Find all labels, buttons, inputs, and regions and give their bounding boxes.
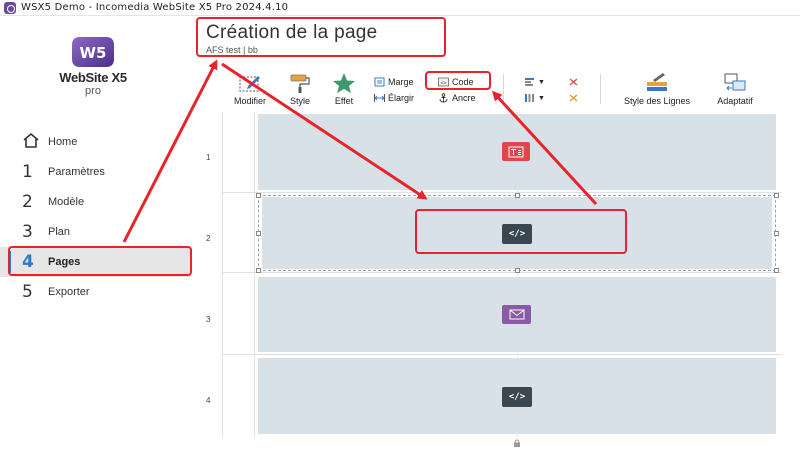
sidebar-item-number: 3 [22,222,33,242]
logo-badge-icon: W5 [72,37,114,67]
annotation-box-header [196,17,446,57]
text-object-icon [502,142,530,161]
delete-row-button[interactable] [568,75,579,89]
style-label: Style [289,96,310,106]
sidebar-item-modele[interactable]: 2 Modèle [0,187,190,217]
toolbar-separator [600,74,601,104]
resize-handle[interactable] [515,193,520,198]
row-number: 1 [206,153,211,162]
align-bottom-button[interactable]: ▼ [524,91,545,105]
annotation-box-code-object [415,209,627,254]
effet-button[interactable]: Effet [326,72,362,110]
adaptatif-label: Adaptatif [717,96,753,106]
email-object-icon [502,305,531,324]
home-icon [0,132,48,153]
sidebar-nav: Home 1 Paramètres 2 Modèle 3 Plan 4 Page… [0,127,192,307]
delete-row-icon [569,78,578,86]
title-bar: WSX5 Demo - Incomedia WebSite X5 Pro 202… [0,0,800,16]
margin-icon [374,77,385,87]
code-object-cell[interactable]: </> [258,358,776,434]
marge-label: Marge [388,77,414,87]
sidebar: W5 WebSite X5 pro Home 1 Paramètres 2 Mo… [0,17,192,450]
style-des-lignes-label: Style des Lignes [623,96,691,106]
row-style-icon [647,73,667,91]
sidebar-item-label: Modèle [48,196,85,208]
app-window: WSX5 Demo - Incomedia WebSite X5 Pro 202… [0,0,800,450]
text-object-cell[interactable] [258,114,776,190]
sidebar-item-label: Home [48,136,78,148]
sidebar-item-home[interactable]: Home [0,127,190,157]
resize-handle[interactable] [256,231,261,236]
ancre-button[interactable]: Ancre [438,91,476,105]
resize-handle[interactable] [256,193,261,198]
sidebar-item-number: 2 [22,192,33,212]
star-effect-icon [333,73,355,93]
toolbar: Modifier Style Effet Marge Élargir <> Co… [222,72,800,112]
sidebar-item-exporter[interactable]: 5 Exporter [0,277,190,307]
row-number: 3 [206,315,211,324]
svg-text:W5: W5 [80,44,107,62]
toolbar-separator [503,74,504,104]
sidebar-item-plan[interactable]: 3 Plan [0,217,190,247]
code-object-icon: </> [502,387,532,407]
elargir-button[interactable]: Élargir [374,91,414,105]
paint-roller-icon [290,74,310,93]
effet-label: Effet [334,96,354,106]
sidebar-item-label: Paramètres [48,166,105,178]
elargir-label: Élargir [388,93,415,103]
modifier-button[interactable]: Modifier [228,72,272,110]
sidebar-item-number: 5 [22,282,33,302]
email-object-cell[interactable] [258,277,776,352]
sidebar-item-number: 1 [22,162,33,182]
delete-col-button[interactable] [568,91,579,105]
modifier-label: Modifier [233,96,266,106]
resize-handle[interactable] [515,268,520,273]
style-des-lignes-button[interactable]: Style des Lignes [615,72,699,110]
adaptatif-button[interactable]: Adaptatif [709,72,761,110]
sidebar-item-label: Exporter [48,286,90,298]
dropdown-arrow-icon: ▼ [538,78,545,86]
anchor-icon [439,93,448,103]
annotation-box-code-button [425,71,491,90]
window-title: WSX5 Demo - Incomedia WebSite X5 Pro 202… [21,2,289,13]
row-number: 4 [206,396,211,405]
align-cols-icon [525,94,534,102]
logo-brand: WebSite X5 [59,70,127,85]
row-separator [222,272,782,273]
ancre-label: Ancre [452,93,476,103]
row-separator [222,354,782,355]
logo-sub: pro [85,85,101,97]
style-button[interactable]: Style [280,72,320,110]
align-top-button[interactable]: ▼ [524,75,545,89]
app-icon [4,2,16,14]
annotation-box-pages-item [8,246,192,276]
canvas-guide [222,112,223,438]
resize-handle[interactable] [774,231,779,236]
resize-handle[interactable] [774,268,779,273]
row-number: 2 [206,234,211,243]
logo: W5 WebSite X5 pro [48,25,158,103]
delete-col-icon [569,94,578,102]
sidebar-item-label: Plan [48,226,71,238]
dropdown-arrow-icon: ▼ [538,94,545,102]
edit-cell-icon [239,76,260,92]
responsive-icon [724,73,746,91]
row-separator [222,192,782,193]
canvas-guide [254,112,255,438]
sidebar-item-parametres[interactable]: 1 Paramètres [0,157,190,187]
expand-icon [374,94,385,102]
resize-handle[interactable] [774,193,779,198]
resize-handle[interactable] [256,268,261,273]
marge-button[interactable]: Marge [374,75,414,89]
lock-icon [514,439,520,447]
align-rows-icon [525,78,534,86]
